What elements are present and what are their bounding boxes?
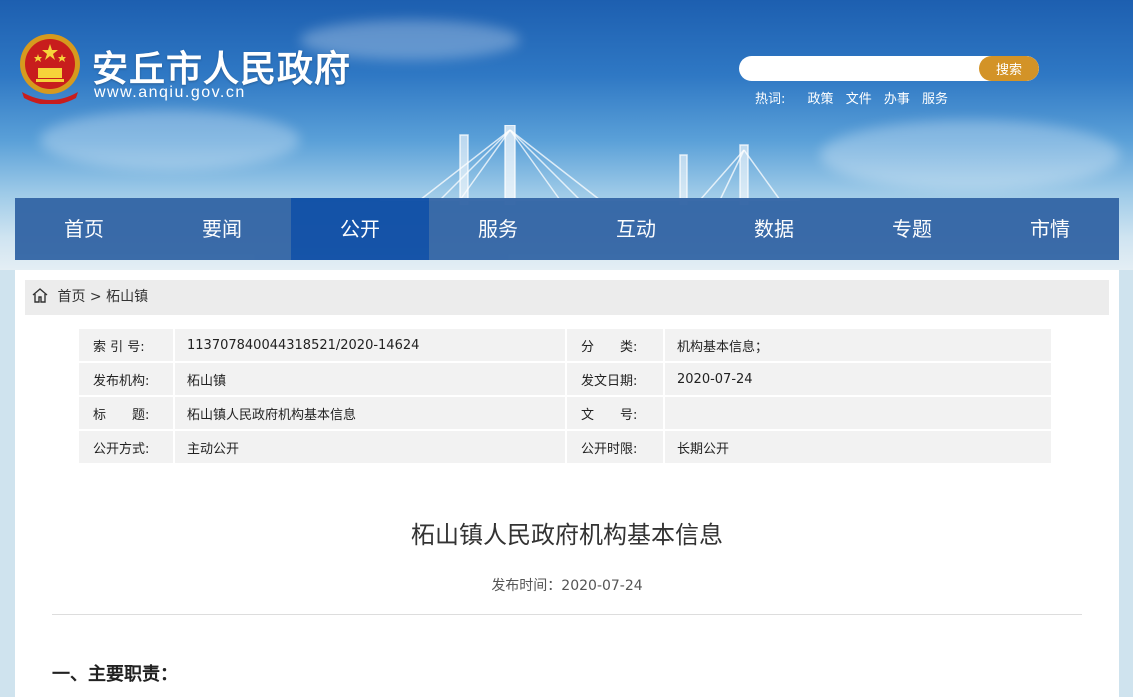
search-button[interactable]: 搜索 [979,56,1039,81]
nav-item-services[interactable]: 服务 [429,198,567,260]
table-row: 标 题: 柘山镇人民政府机构基本信息 文 号: [79,397,1053,429]
content-panel: 首页 > 柘山镇 索 引 号: 113707840044318521/2020-… [15,270,1119,697]
table-row: 发布机构: 柘山镇 发文日期: 2020-07-24 [79,363,1053,395]
nav-item-home[interactable]: 首页 [15,198,153,260]
bridge-illustration [380,125,800,205]
meta-key: 发布机构: [79,363,175,395]
meta-value: 2020-07-24 [665,363,1053,395]
home-icon [32,288,48,303]
hotword-link[interactable]: 文件 [846,92,872,107]
site-url[interactable]: www.anqiu.gov.cn [94,84,246,102]
breadcrumb-current-link[interactable]: 柘山镇 [106,289,148,305]
cloud-decoration [820,120,1120,190]
nav-item-city-info[interactable]: 市情 [981,198,1119,260]
document-title: 柘山镇人民政府机构基本信息 [411,521,723,549]
breadcrumb-separator: > [89,289,102,305]
nav-item-topics[interactable]: 专题 [843,198,981,260]
breadcrumb-home-link[interactable]: 首页 [57,289,85,305]
cloud-decoration [40,110,300,170]
hotword-link[interactable]: 政策 [808,92,834,107]
meta-key: 公开方式: [79,431,175,463]
document-metadata-table: 索 引 号: 113707840044318521/2020-14624 分 类… [79,327,1053,465]
national-emblem-icon [20,34,80,104]
nav-item-data[interactable]: 数据 [705,198,843,260]
meta-value: 长期公开 [665,431,1053,463]
search-input[interactable] [739,56,979,81]
meta-key: 公开时限: [567,431,665,463]
publish-date: 发布时间：2020-07-24 [491,578,643,594]
table-row: 公开方式: 主动公开 公开时限: 长期公开 [79,431,1053,463]
meta-value: 主动公开 [175,431,567,463]
hotwords-label: 热词: [755,92,786,107]
meta-value: 机构基本信息； [665,329,1053,361]
meta-value [665,397,1053,429]
section-heading: 一、主要职责： [52,664,178,685]
table-row: 索 引 号: 113707840044318521/2020-14624 分 类… [79,329,1053,361]
nav-item-public[interactable]: 公开 [291,198,429,260]
main-nav: 首页 要闻 公开 服务 互动 数据 专题 市情 [15,198,1119,260]
nav-item-news[interactable]: 要闻 [153,198,291,260]
meta-key: 分 类: [567,329,665,361]
nav-item-interaction[interactable]: 互动 [567,198,705,260]
hotword-link[interactable]: 服务 [922,92,948,107]
meta-key: 标 题: [79,397,175,429]
meta-key: 文 号: [567,397,665,429]
hotwords-bar: 热词: 政策 文件 办事 服务 [755,88,956,107]
hotword-link[interactable]: 办事 [884,92,910,107]
divider [52,614,1082,615]
breadcrumb: 首页 > 柘山镇 [25,280,1109,315]
meta-value: 柘山镇 [175,363,567,395]
search-box: 搜索 [739,56,1039,81]
meta-key: 索 引 号: [79,329,175,361]
meta-value: 113707840044318521/2020-14624 [175,329,567,361]
meta-value: 柘山镇人民政府机构基本信息 [175,397,567,429]
meta-key: 发文日期: [567,363,665,395]
